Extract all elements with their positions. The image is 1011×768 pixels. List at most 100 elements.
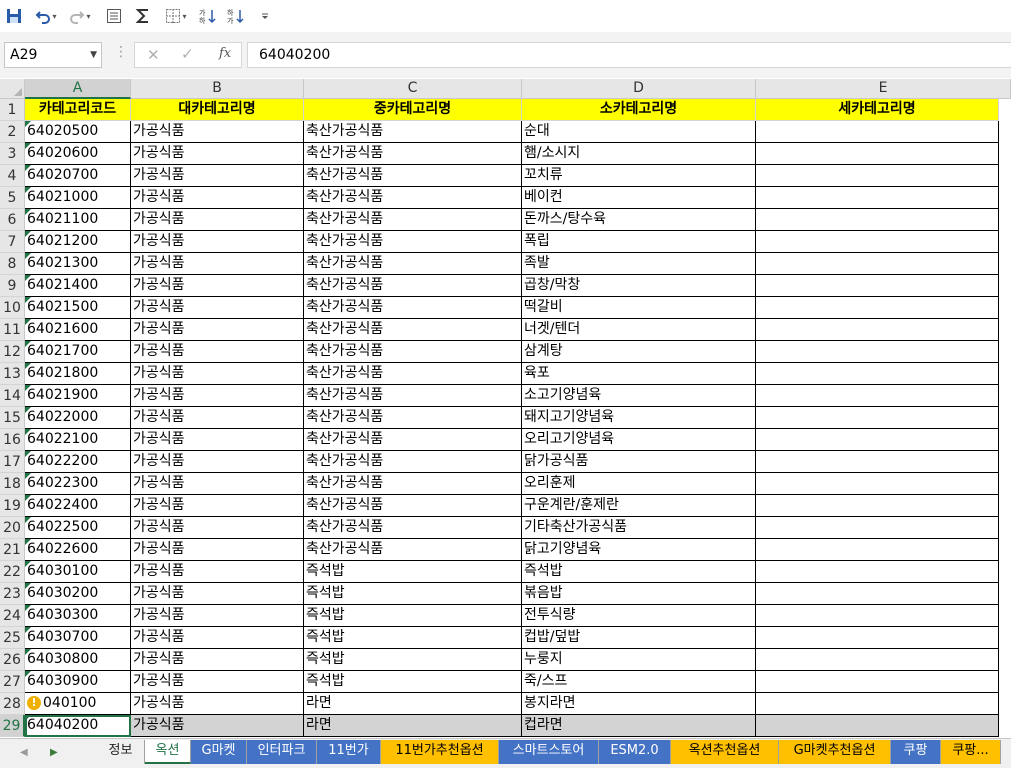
table-cell[interactable] (756, 121, 999, 143)
sheet-tab[interactable]: G마켓추천옵션 (779, 740, 891, 764)
row-header[interactable]: 3 (0, 143, 25, 165)
table-cell[interactable] (756, 451, 999, 473)
table-cell[interactable]: ! 040100 (25, 693, 131, 715)
table-cell[interactable] (756, 517, 999, 539)
enter-icon[interactable]: ✓ (181, 45, 194, 63)
sheet-tab[interactable]: 스마트스토어 (499, 740, 599, 764)
column-header-a[interactable]: A (25, 79, 131, 99)
table-cell[interactable]: 닭가공식품 (522, 451, 756, 473)
table-cell[interactable]: 가공식품 (131, 121, 304, 143)
table-cell[interactable]: 가공식품 (131, 275, 304, 297)
warning-icon[interactable]: ! (27, 696, 41, 710)
table-cell[interactable]: 64022300 (25, 473, 131, 495)
table-cell[interactable]: 전투식량 (522, 605, 756, 627)
table-cell[interactable]: 가공식품 (131, 539, 304, 561)
table-cell[interactable] (756, 341, 999, 363)
table-cell[interactable]: 가공식품 (131, 385, 304, 407)
row-header[interactable]: 15 (0, 407, 25, 429)
sort-desc-icon[interactable]: 하가 (226, 4, 246, 28)
table-cell[interactable]: 축산가공식품 (304, 429, 522, 451)
table-cell[interactable]: 축산가공식품 (304, 253, 522, 275)
table-cell[interactable]: 축산가공식품 (304, 121, 522, 143)
sheet-tab[interactable]: 옥션 (145, 740, 191, 764)
table-cell[interactable]: 64030800 (25, 649, 131, 671)
table-cell[interactable]: 죽/스프 (522, 671, 756, 693)
table-cell[interactable] (756, 495, 999, 517)
table-cell[interactable]: 64021600 (25, 319, 131, 341)
table-cell[interactable]: 64021500 (25, 297, 131, 319)
header-cell[interactable]: 소카테고리명 (522, 99, 756, 121)
column-header-c[interactable]: C (304, 79, 522, 99)
table-cell[interactable]: 가공식품 (131, 715, 304, 737)
row-header[interactable]: 25 (0, 627, 25, 649)
table-cell[interactable]: 돈까스/탕수육 (522, 209, 756, 231)
table-cell[interactable]: 64022100 (25, 429, 131, 451)
row-header[interactable]: 17 (0, 451, 25, 473)
table-cell[interactable]: 64030300 (25, 605, 131, 627)
row-header[interactable]: 20 (0, 517, 25, 539)
table-cell[interactable] (756, 187, 999, 209)
table-cell[interactable]: 가공식품 (131, 495, 304, 517)
table-cell[interactable]: 라면 (304, 693, 522, 715)
table-cell[interactable] (756, 143, 999, 165)
table-cell[interactable]: 축산가공식품 (304, 407, 522, 429)
table-cell[interactable]: 기타축산가공식품 (522, 517, 756, 539)
redo-icon[interactable]: ▾ (66, 4, 94, 28)
table-cell[interactable]: 축산가공식품 (304, 363, 522, 385)
table-cell[interactable]: 떡갈비 (522, 297, 756, 319)
table-cell[interactable]: 축산가공식품 (304, 495, 522, 517)
table-cell[interactable]: 즉석밥 (522, 561, 756, 583)
table-cell[interactable] (756, 693, 999, 715)
table-cell[interactable]: 소고기양념육 (522, 385, 756, 407)
table-cell[interactable]: 가공식품 (131, 253, 304, 275)
row-header[interactable]: 1 (0, 99, 25, 121)
table-cell[interactable] (756, 715, 999, 737)
table-cell[interactable]: 순대 (522, 121, 756, 143)
table-cell[interactable]: 족발 (522, 253, 756, 275)
row-header[interactable]: 5 (0, 187, 25, 209)
table-cell[interactable]: 꼬치류 (522, 165, 756, 187)
sheet-tab[interactable]: 11번가추천옵션 (381, 740, 499, 764)
table-cell[interactable]: 축산가공식품 (304, 319, 522, 341)
table-cell[interactable]: 축산가공식품 (304, 385, 522, 407)
table-cell[interactable]: 즉석밥 (304, 583, 522, 605)
table-cell[interactable] (756, 209, 999, 231)
table-cell[interactable]: 베이컨 (522, 187, 756, 209)
table-cell[interactable]: 가공식품 (131, 451, 304, 473)
table-cell[interactable] (756, 297, 999, 319)
form-icon[interactable] (104, 4, 124, 28)
table-cell[interactable]: 육포 (522, 363, 756, 385)
table-cell[interactable]: 64020700 (25, 165, 131, 187)
table-cell[interactable]: 가공식품 (131, 605, 304, 627)
table-cell[interactable]: 가공식품 (131, 363, 304, 385)
header-cell[interactable]: 대카테고리명 (131, 99, 304, 121)
table-cell[interactable]: 64021700 (25, 341, 131, 363)
table-cell[interactable]: 가공식품 (131, 209, 304, 231)
table-cell[interactable] (756, 385, 999, 407)
chevron-down-icon[interactable]: ▼ (90, 43, 97, 67)
table-cell[interactable]: 오리고기양념육 (522, 429, 756, 451)
sheet-tab[interactable]: G마켓 (191, 740, 247, 764)
table-cell[interactable]: 64030100 (25, 561, 131, 583)
table-cell[interactable]: 64022000 (25, 407, 131, 429)
table-cell[interactable]: 64030200 (25, 583, 131, 605)
table-cell[interactable]: 64020500 (25, 121, 131, 143)
row-header[interactable]: 10 (0, 297, 25, 319)
table-cell[interactable]: 즉석밥 (304, 605, 522, 627)
table-cell[interactable]: 가공식품 (131, 165, 304, 187)
table-cell[interactable]: 너겟/텐더 (522, 319, 756, 341)
scroll-tabs-left-icon[interactable]: ◀ (20, 747, 28, 758)
table-cell[interactable]: 축산가공식품 (304, 275, 522, 297)
table-cell[interactable]: 64030900 (25, 671, 131, 693)
table-cell[interactable]: 가공식품 (131, 297, 304, 319)
table-cell[interactable] (756, 319, 999, 341)
table-cell[interactable]: 가공식품 (131, 429, 304, 451)
row-header[interactable]: 7 (0, 231, 25, 253)
table-cell[interactable] (756, 583, 999, 605)
table-cell[interactable]: 누룽지 (522, 649, 756, 671)
table-cell[interactable]: 축산가공식품 (304, 473, 522, 495)
table-cell[interactable]: 즉석밥 (304, 671, 522, 693)
sheet-tab[interactable]: 11번가 (317, 740, 381, 764)
table-cell[interactable]: 즉석밥 (304, 561, 522, 583)
table-cell[interactable]: 즉석밥 (304, 627, 522, 649)
